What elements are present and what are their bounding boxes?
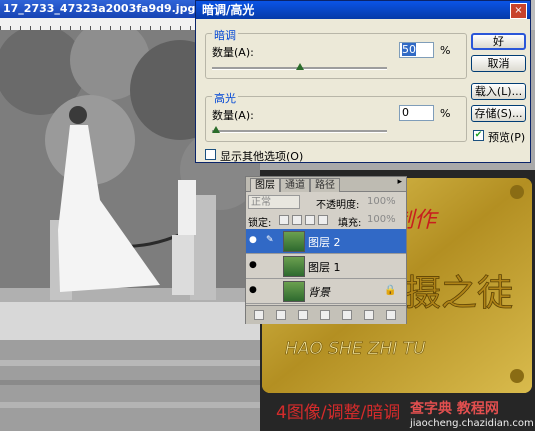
opacity-value[interactable]: 100% <box>367 196 396 207</box>
show-more-checkbox[interactable] <box>205 149 216 160</box>
fill-label: 填充: <box>338 218 362 229</box>
tab-paths[interactable]: 路径 <box>310 178 340 192</box>
cancel-button[interactable]: 取消 <box>471 55 526 72</box>
layer-name: 图层 1 <box>308 261 341 274</box>
opacity-label: 不透明度: <box>316 200 360 211</box>
preview-label[interactable]: 预览(P) <box>488 129 525 145</box>
layer-row-background[interactable]: ● 背景 🔒 <box>246 279 406 304</box>
close-icon[interactable]: × <box>510 3 527 19</box>
lock-move-icon[interactable] <box>305 215 315 225</box>
step-caption: 4图像/调整/暗调 <box>276 403 401 423</box>
layer-row-2[interactable]: ● ✎ 图层 2 <box>246 229 406 254</box>
layer-thumbnail <box>283 231 305 252</box>
ok-button[interactable]: 好 <box>471 33 526 50</box>
shadows-unit: % <box>440 44 451 57</box>
shadows-slider-track[interactable] <box>212 63 387 70</box>
shadows-group: 暗调 数量(A): 50 % <box>205 27 467 79</box>
adjustment-layer-icon[interactable] <box>320 310 330 320</box>
layers-panel: 图层 通道 路径 ▸ 正常 不透明度: 100% 锁定: 填充: 100% ● … <box>245 176 407 324</box>
plate-bottom-text: HAO SHE ZHI TU <box>285 339 426 359</box>
layer-thumbnail <box>283 281 305 302</box>
shadow-highlight-dialog: 暗调/高光 × 暗调 数量(A): 50 % 高光 数量(A): 0 % 显示其… <box>195 0 531 163</box>
shadows-group-label: 暗调 <box>212 27 238 43</box>
fill-value[interactable]: 100% <box>367 214 396 225</box>
highlights-group: 高光 数量(A): 0 % <box>205 90 467 142</box>
highlights-amount-label: 数量(A): <box>212 109 254 122</box>
shadows-slider-thumb[interactable] <box>295 63 304 70</box>
new-group-icon[interactable] <box>342 310 352 320</box>
highlights-group-label: 高光 <box>212 90 238 106</box>
highlights-slider-track[interactable] <box>212 126 387 133</box>
highlights-unit: % <box>440 107 451 120</box>
highlights-slider-thumb[interactable] <box>212 126 220 133</box>
mask-icon[interactable] <box>298 310 308 320</box>
tab-channels[interactable]: 通道 <box>280 178 310 192</box>
trash-icon[interactable] <box>386 310 396 320</box>
panel-menu-icon[interactable]: ▸ <box>397 177 402 187</box>
layers-footer <box>246 305 406 324</box>
document-title[interactable]: 17_2733_47323a2003fa9d9.jpg @ 66. <box>0 0 203 18</box>
plate-mid-text: 摄之徒 <box>405 273 513 314</box>
layer-style-icon[interactable] <box>276 310 286 320</box>
layer-thumbnail <box>283 256 305 277</box>
link-icon[interactable] <box>254 310 264 320</box>
layer-row-1[interactable]: ● 图层 1 <box>246 254 406 279</box>
tab-layers[interactable]: 图层 <box>250 178 280 192</box>
layer-name: 图层 2 <box>308 236 341 249</box>
watermark-url: jiaocheng.chazidian.com <box>410 418 534 429</box>
shadows-amount-input[interactable]: 50 <box>399 42 434 58</box>
lock-icon: 🔒 <box>384 285 397 296</box>
lock-label: 锁定: <box>248 218 272 229</box>
new-layer-icon[interactable] <box>364 310 374 320</box>
lock-brush-icon[interactable] <box>292 215 302 225</box>
layer-name: 背景 <box>308 286 330 299</box>
lock-transparency-icon[interactable] <box>279 215 289 225</box>
dialog-title: 暗调/高光 <box>196 1 530 19</box>
brush-icon: ✎ <box>266 235 274 245</box>
visibility-eye-icon[interactable]: ● <box>249 261 260 270</box>
preview-checkbox[interactable]: ✔ <box>473 130 484 141</box>
load-button[interactable]: 载入(L)... <box>471 83 526 100</box>
show-more-label[interactable]: 显示其他选项(O) <box>220 148 303 164</box>
lock-all-icon[interactable] <box>318 215 328 225</box>
shadows-amount-label: 数量(A): <box>212 46 254 59</box>
layers-tabbar: 图层 通道 路径 ▸ <box>246 177 406 192</box>
blend-mode-select[interactable]: 正常 <box>248 195 300 209</box>
save-button[interactable]: 存储(S)... <box>471 105 526 122</box>
highlights-amount-input[interactable]: 0 <box>399 105 434 121</box>
watermark: 查字典 教程网 <box>410 401 499 417</box>
visibility-eye-icon[interactable]: ● <box>249 236 260 245</box>
visibility-eye-icon[interactable]: ● <box>249 286 260 295</box>
